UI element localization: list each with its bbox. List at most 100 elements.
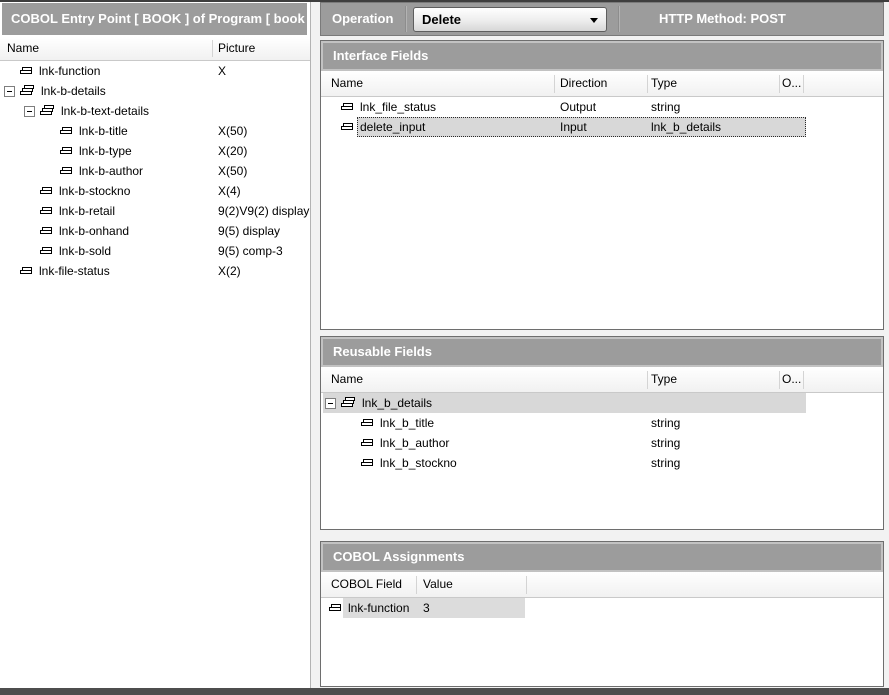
column-header-type[interactable]: Type	[651, 71, 677, 96]
tree-row[interactable]: lnk_b_details	[321, 393, 883, 413]
field-icon	[20, 67, 34, 76]
cell-picture: X(20)	[218, 141, 247, 161]
column-header-picture[interactable]: Picture	[218, 37, 255, 60]
tree-item-label: lnk_b_details	[362, 396, 432, 410]
tree-row[interactable]: lnk-b-onhand 9(5) display	[0, 221, 310, 241]
cobol-assignments-section: COBOL Assignments COBOL Field Value lnk-…	[320, 541, 884, 687]
tree-item-label: lnk-file-status	[39, 264, 110, 278]
operation-label: Operation	[332, 3, 393, 35]
tree-item-label: lnk_b_title	[380, 416, 434, 430]
tree-row[interactable]: lnk-b-authorX(50)	[0, 161, 310, 181]
column-divider[interactable]	[526, 576, 527, 594]
field-icon	[361, 439, 375, 448]
reusable-fields-table: lnk_b_detailslnk_b_titlestringlnk_b_auth…	[321, 393, 883, 473]
group-field-icon	[341, 397, 357, 409]
cell-picture: X(50)	[218, 121, 247, 141]
cell-picture: 9(5) comp-3	[218, 241, 283, 261]
field-icon	[40, 247, 54, 256]
cell-type: string	[651, 413, 680, 433]
tree-row[interactable]: lnk-b-type X(20)	[0, 141, 310, 161]
column-header-type[interactable]: Type	[651, 367, 677, 392]
expander-minus-icon[interactable]	[4, 86, 15, 97]
field-icon	[60, 167, 74, 176]
column-header-cobol-field[interactable]: COBOL Field	[331, 572, 402, 597]
tree-item-label: lnk-function	[348, 601, 409, 615]
column-header-o[interactable]: O...	[782, 71, 801, 96]
tree-row[interactable]: delete_inputInputlnk_b_details	[321, 117, 883, 137]
operation-select[interactable]: Delete	[413, 7, 607, 32]
expander-minus-icon[interactable]	[24, 106, 35, 117]
column-divider[interactable]	[647, 75, 648, 93]
field-icon	[20, 267, 34, 276]
group-field-icon	[40, 105, 56, 117]
tree-row[interactable]: lnk-function3	[321, 598, 883, 618]
tree-item-label: lnk-b-onhand	[59, 224, 129, 238]
tree-row[interactable]: lnk_b_stocknostring	[321, 453, 883, 473]
column-header-value[interactable]: Value	[423, 572, 453, 597]
field-icon	[40, 207, 54, 216]
tree-row[interactable]: lnk_b_title string	[321, 413, 883, 433]
column-divider[interactable]	[416, 576, 417, 594]
left-tree-column-header: Name Picture	[0, 37, 310, 61]
field-icon	[361, 419, 375, 428]
cobol-structure-tree: lnk-functionX lnk-b-details lnk-b-text-det…	[0, 61, 310, 688]
column-divider[interactable]	[803, 371, 804, 389]
interface-fields-title: Interface Fields	[323, 43, 881, 69]
section-header-strip: COBOL Assignments	[321, 542, 883, 572]
field-icon	[329, 604, 343, 613]
cobol-assignments-title: COBOL Assignments	[323, 544, 881, 570]
cell-picture: X(2)	[218, 261, 241, 281]
column-header-direction[interactable]: Direction	[560, 71, 607, 96]
tree-item-label: lnk-b-type	[79, 144, 132, 158]
cell-type: string	[651, 433, 680, 453]
separator	[406, 6, 407, 32]
tree-row[interactable]: lnk-b-retail9(2)V9(2) display	[0, 201, 310, 221]
tree-item-label: delete_input	[360, 120, 425, 134]
reusable-fields-title: Reusable Fields	[323, 339, 881, 365]
section-header-strip: Interface Fields	[321, 41, 883, 71]
tree-item-label: lnk-b-text-details	[61, 104, 149, 118]
column-header-name[interactable]: Name	[7, 37, 39, 60]
tree-item-label: lnk_b_stockno	[380, 456, 457, 470]
tree-item-label: lnk-b-details	[41, 84, 106, 98]
field-icon	[341, 103, 355, 112]
column-divider[interactable]	[779, 371, 780, 389]
column-header-name[interactable]: Name	[331, 367, 363, 392]
tree-row[interactable]: lnk-b-sold 9(5) comp-3	[0, 241, 310, 261]
cell-type: string	[651, 97, 680, 117]
tree-row[interactable]: lnk-b-titleX(50)	[0, 121, 310, 141]
column-divider[interactable]	[779, 75, 780, 93]
interface-fields-column-header: Name Direction Type O...	[321, 71, 883, 97]
column-divider[interactable]	[212, 40, 213, 57]
tree-item-label: lnk-b-author	[79, 164, 143, 178]
tree-row[interactable]: lnk-b-stocknoX(4)	[0, 181, 310, 201]
tree-row[interactable]: lnk-b-text-details	[0, 101, 310, 121]
tree-row[interactable]: lnk-functionX	[0, 61, 310, 81]
cell-picture: 9(2)V9(2) display	[218, 201, 309, 221]
cell-direction: Output	[560, 97, 596, 117]
tree-item-label: lnk-b-sold	[59, 244, 111, 258]
expander-slot	[24, 106, 40, 117]
tree-item-label: lnk_b_author	[380, 436, 449, 450]
field-icon	[341, 123, 355, 132]
column-divider[interactable]	[803, 75, 804, 93]
tree-row[interactable]: lnk_b_author string	[321, 433, 883, 453]
column-divider[interactable]	[554, 75, 555, 93]
tree-row[interactable]: lnk_file_statusOutputstring	[321, 97, 883, 117]
expander-minus-icon[interactable]	[325, 398, 336, 409]
cell-picture: 9(5) display	[218, 221, 280, 241]
field-icon	[60, 147, 74, 156]
column-header-o[interactable]: O...	[782, 367, 801, 392]
operation-selected-value: Delete	[422, 12, 461, 27]
cobol-entry-point-panel: COBOL Entry Point [ BOOK ] of Program [ …	[0, 2, 311, 688]
separator	[619, 6, 620, 32]
operation-bar: Operation Delete HTTP Method: POST	[320, 2, 884, 36]
column-header-name[interactable]: Name	[331, 71, 363, 96]
column-divider[interactable]	[647, 371, 648, 389]
field-icon	[60, 127, 74, 136]
tree-row[interactable]: lnk-b-details	[0, 81, 310, 101]
tree-row[interactable]: lnk-file-status X(2)	[0, 261, 310, 281]
cobol-assignments-column-header: COBOL Field Value	[321, 572, 883, 598]
reusable-fields-column-header: Name Type O...	[321, 367, 883, 393]
reusable-fields-section: Reusable Fields Name Type O... lnk_b_det…	[320, 336, 884, 530]
